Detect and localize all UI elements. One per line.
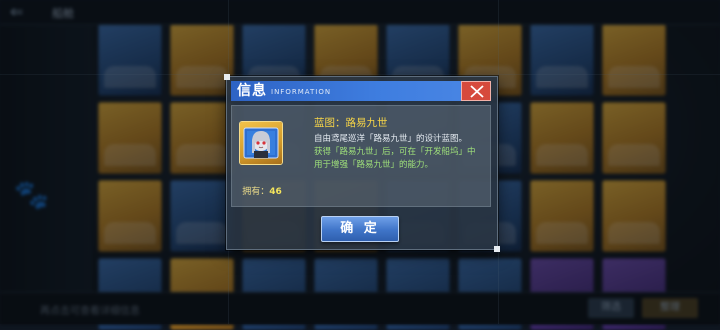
owned-number: 46 <box>269 187 282 197</box>
dialog-body: 拥有：46 蓝图：路易九世 自由鸢尾巡洋「路易九世」的设计蓝图。 获得「路易九世… <box>231 105 491 207</box>
item-name: 蓝图：路易九世 <box>314 117 388 129</box>
close-button[interactable] <box>461 81 491 101</box>
owned-count: 拥有：46 <box>238 184 286 197</box>
owned-label: 拥有： <box>242 187 270 197</box>
dialog-header: 信息 INFORMATION <box>231 81 485 101</box>
description-line: 获得「路易九世」后，可在「开发船坞」中 <box>314 147 476 157</box>
item-description: 自由鸢尾巡洋「路易九世」的设计蓝图。 获得「路易九世」后，可在「开发船坞」中 用… <box>314 133 486 172</box>
corner-mark <box>224 74 230 80</box>
dialog-title: 信息 <box>237 83 267 99</box>
info-dialog: 信息 INFORMATION 拥有：46 蓝图：路易九世 自由鸢尾巡洋「路易九世… <box>224 74 500 252</box>
corner-mark <box>494 246 500 252</box>
confirm-button[interactable]: 确 定 <box>321 216 399 242</box>
description-line: 自由鸢尾巡洋「路易九世」的设计蓝图。 <box>314 134 468 144</box>
dialog-subtitle: INFORMATION <box>271 88 332 96</box>
blueprint-item-icon <box>240 122 282 164</box>
description-line: 用于增强「路易九世」的能力。 <box>314 160 434 170</box>
close-icon <box>470 85 484 98</box>
